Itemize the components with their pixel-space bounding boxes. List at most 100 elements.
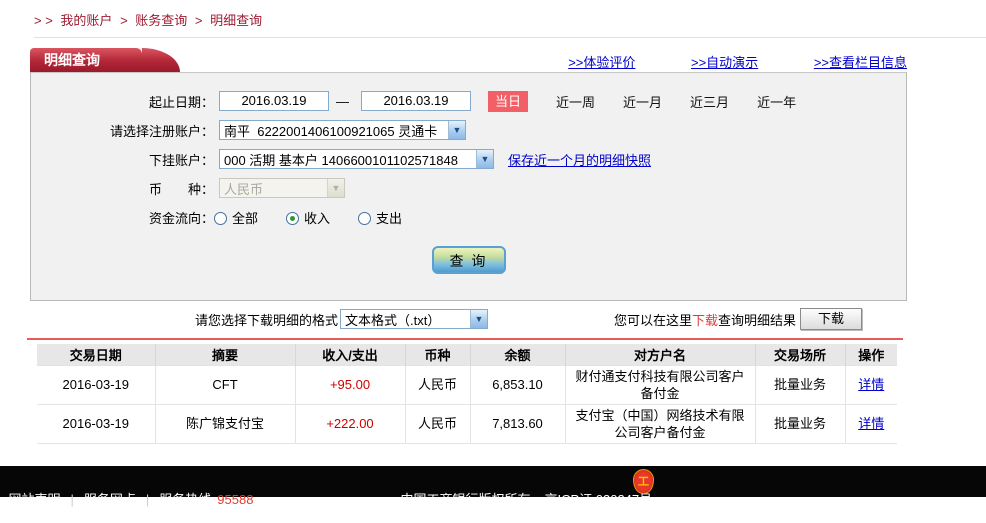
- register-account-value: 南平 6222001406100921065 灵通卡: [220, 121, 448, 140]
- top-links: >>体验评价 >>自动演示 >>查看栏目信息: [516, 52, 907, 71]
- register-account-label: 请选择注册账户：: [31, 121, 214, 140]
- download-hint-post: 查询明细结果: [718, 310, 796, 329]
- table-top-redline: [27, 338, 903, 340]
- query-button-row: 查 询: [31, 246, 906, 274]
- sub-account-value: 000 活期 基本户 1406600101102571848: [220, 150, 476, 169]
- header-action: 操作: [845, 344, 897, 365]
- header-venue: 交易场所: [755, 344, 845, 365]
- cell-date: 2016-03-19: [37, 404, 155, 443]
- quick-range-year[interactable]: 近一年: [757, 92, 796, 111]
- date-from-input[interactable]: 2016.03.19: [219, 91, 329, 111]
- radio-flow-expense[interactable]: 支出: [358, 208, 402, 227]
- quick-range-quarter[interactable]: 近三月: [690, 92, 729, 111]
- cell-balance: 6,853.10: [470, 365, 565, 404]
- table-row: 2016-03-19 CFT +95.00 人民币 6,853.10 财付通支付…: [37, 365, 897, 404]
- radio-flow-income[interactable]: 收入: [286, 208, 330, 227]
- radio-selected-icon[interactable]: [286, 212, 299, 225]
- fund-flow-label: 资金流向：: [31, 208, 214, 227]
- download-format-label: 请您选择下载明细的格式: [195, 310, 338, 329]
- cell-counterparty: 支付宝（中国）网络技术有限公司客户备付金: [565, 404, 755, 443]
- detail-link[interactable]: 详情: [858, 416, 884, 431]
- date-to-input[interactable]: 2016.03.19: [361, 91, 471, 111]
- footer-bar: 网站声明|服务网点|服务热线95588 中国工商银行版权所有京ICP证 0302…: [0, 466, 986, 497]
- footer-link-statement[interactable]: 网站声明: [8, 492, 60, 507]
- footer-link-branches[interactable]: 服务网点: [84, 492, 136, 507]
- cell-summary: 陈广锦支付宝: [155, 404, 295, 443]
- radio-flow-all-label: 全部: [232, 211, 258, 226]
- link-experience-review[interactable]: >>体验评价: [568, 55, 635, 70]
- breadcrumb-item-detail-query[interactable]: 明细查询: [210, 13, 262, 28]
- cell-balance: 7,813.60: [470, 404, 565, 443]
- sub-account-select[interactable]: 000 活期 基本户 1406600101102571848 ▼: [219, 149, 494, 169]
- chevron-down-icon: ▼: [327, 179, 344, 197]
- footer-hotline-number: 95588: [217, 492, 253, 507]
- cell-counterparty: 财付通支付科技有限公司客户备付金: [565, 365, 755, 404]
- link-column-info[interactable]: >>查看栏目信息: [814, 55, 907, 70]
- chevron-down-icon[interactable]: ▼: [476, 150, 493, 168]
- table-row: 2016-03-19 陈广锦支付宝 +222.00 人民币 7,813.60 支…: [37, 404, 897, 443]
- currency-label: 币 种：: [31, 179, 214, 198]
- save-snapshot-link[interactable]: 保存近一个月的明细快照: [508, 150, 651, 169]
- download-format-select[interactable]: 文本格式（.txt） ▼: [340, 309, 488, 329]
- breadcrumb-arrows: > >: [34, 13, 53, 28]
- download-row: 请您选择下载明细的格式 文本格式（.txt） ▼ 您可以在这里下载查询明细结果 …: [0, 307, 986, 331]
- table-header-row: 交易日期 摘要 收入/支出 币种 余额 对方户名 交易场所 操作: [37, 344, 897, 365]
- date-dash: —: [336, 94, 349, 109]
- tab-detail-query: 明细查询: [30, 48, 142, 72]
- divider: [34, 37, 986, 38]
- sub-account-label: 下挂账户：: [31, 150, 214, 169]
- radio-icon[interactable]: [214, 212, 227, 225]
- today-button[interactable]: 当日: [488, 91, 528, 112]
- currency-row: 币 种： 人民币 ▼: [31, 177, 906, 199]
- cell-date: 2016-03-19: [37, 365, 155, 404]
- radio-flow-expense-label: 支出: [376, 211, 402, 226]
- footer-copyright-group: 中国工商银行版权所有京ICP证 030247号: [386, 474, 652, 523]
- cell-summary: CFT: [155, 365, 295, 404]
- radio-flow-income-label: 收入: [304, 211, 330, 226]
- header-amount: 收入/支出: [295, 344, 405, 365]
- footer-pipe: |: [146, 492, 149, 507]
- download-format-value: 文本格式（.txt）: [341, 310, 470, 329]
- footer-left-links: 网站声明 | 服务网点 | 服务热线 95588: [0, 474, 253, 523]
- currency-value: 人民币: [220, 179, 327, 198]
- download-button[interactable]: 下载: [800, 308, 862, 330]
- header-date: 交易日期: [37, 344, 155, 365]
- breadcrumb-item-my-account[interactable]: 我的账户: [60, 13, 112, 28]
- download-action-group: 您可以在这里下载查询明细结果 下载: [614, 308, 862, 330]
- link-auto-demo[interactable]: >>自动演示: [691, 55, 758, 70]
- breadcrumb: > > 我的账户 > 账务查询 > 明细查询: [0, 0, 986, 29]
- breadcrumb-item-account-query[interactable]: 账务查询: [135, 13, 187, 28]
- header-balance: 余额: [470, 344, 565, 365]
- cell-amount: +95.00: [295, 365, 405, 404]
- footer-icp: 京ICP证 030247号: [544, 492, 652, 507]
- detail-link[interactable]: 详情: [858, 377, 884, 392]
- radio-flow-all[interactable]: 全部: [214, 208, 258, 227]
- download-hint-link[interactable]: 下载: [692, 310, 718, 329]
- radio-icon[interactable]: [358, 212, 371, 225]
- transactions-table: 交易日期 摘要 收入/支出 币种 余额 对方户名 交易场所 操作 2016-03…: [37, 344, 897, 444]
- chevron-down-icon[interactable]: ▼: [470, 310, 487, 328]
- cell-currency: 人民币: [405, 365, 470, 404]
- breadcrumb-separator: >: [195, 13, 203, 28]
- header-currency: 币种: [405, 344, 470, 365]
- date-range-row: 起止日期： 2016.03.19 — 2016.03.19 当日 近一周 近一月…: [31, 90, 906, 112]
- cell-currency: 人民币: [405, 404, 470, 443]
- currency-select-disabled: 人民币 ▼: [219, 178, 345, 198]
- register-account-select[interactable]: 南平 6222001406100921065 灵通卡 ▼: [219, 120, 466, 140]
- quick-range-month[interactable]: 近一月: [623, 92, 662, 111]
- cell-amount: +222.00: [295, 404, 405, 443]
- chevron-down-icon[interactable]: ▼: [448, 121, 465, 139]
- register-account-row: 请选择注册账户： 南平 6222001406100921065 灵通卡 ▼: [31, 119, 906, 141]
- query-button[interactable]: 查 询: [432, 246, 506, 274]
- header-summary: 摘要: [155, 344, 295, 365]
- tab-row: 明细查询 >>体验评价 >>自动演示 >>查看栏目信息: [30, 48, 907, 72]
- date-range-label: 起止日期：: [31, 92, 214, 111]
- quick-range-week[interactable]: 近一周: [556, 92, 595, 111]
- footer-pipe: |: [70, 492, 73, 507]
- download-format-group: 请您选择下载明细的格式 文本格式（.txt） ▼: [195, 309, 488, 329]
- breadcrumb-separator: >: [120, 13, 128, 28]
- tab-tail-decoration: [142, 48, 180, 72]
- footer-hotline-label: 服务热线: [159, 492, 211, 507]
- query-form-panel: 起止日期： 2016.03.19 — 2016.03.19 当日 近一周 近一月…: [30, 72, 907, 301]
- cell-venue: 批量业务: [755, 365, 845, 404]
